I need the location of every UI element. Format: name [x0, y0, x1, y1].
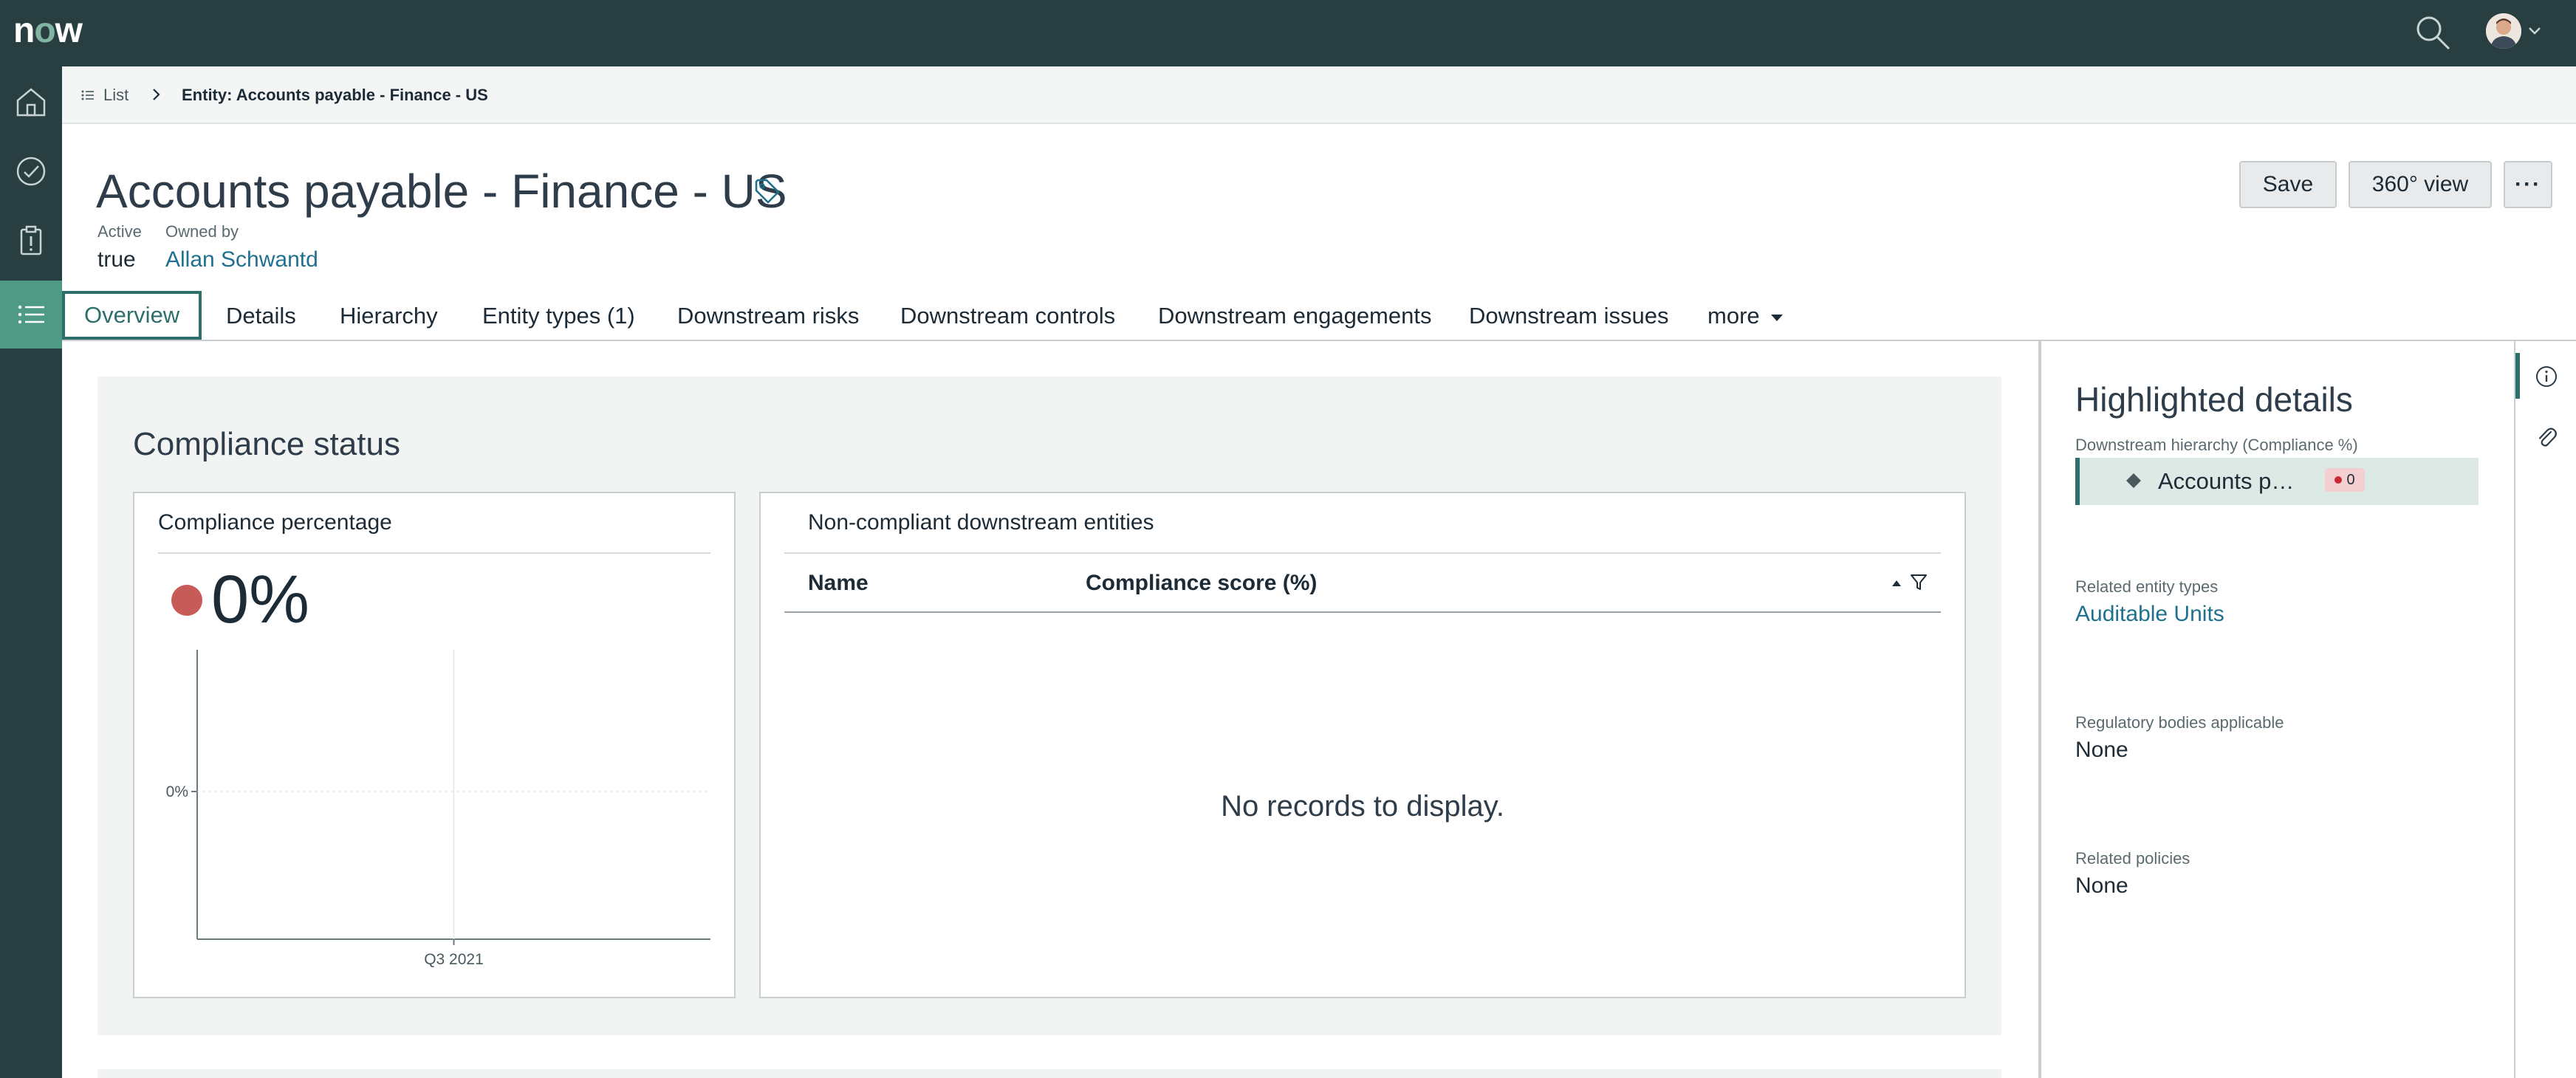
- chevron-right-icon: [153, 89, 160, 100]
- active-label: Active: [97, 222, 142, 241]
- chevron-down-icon[interactable]: [2527, 25, 2542, 37]
- downstream-hierarchy-label: Downstream hierarchy (Compliance %): [2075, 436, 2358, 454]
- tab-downstream-issues[interactable]: Downstream issues: [1469, 292, 1668, 340]
- sort-ascending-icon[interactable]: [1889, 576, 1904, 591]
- check-circle-icon: [16, 157, 46, 186]
- related-policies-label: Related policies: [2075, 849, 2190, 868]
- avatar-image: [2486, 13, 2521, 49]
- tab-downstream-risks[interactable]: Downstream risks: [677, 292, 859, 340]
- rail-item-home[interactable]: [0, 68, 62, 136]
- rail-item-list[interactable]: [0, 281, 62, 349]
- caret-down-icon: [1770, 314, 1783, 321]
- related-policies-value: None: [2075, 873, 2128, 898]
- compliance-badge: 0: [2325, 468, 2365, 492]
- home-icon: [16, 88, 46, 117]
- card-divider: [784, 552, 1941, 554]
- non-compliant-entities-title: Non-compliant downstream entities: [808, 510, 1154, 535]
- active-value: true: [97, 247, 136, 272]
- regulatory-bodies-value: None: [2075, 738, 2128, 762]
- tab-downstream-engagements[interactable]: Downstream engagements: [1158, 292, 1431, 340]
- related-entity-types-label: Related entity types: [2075, 577, 2219, 596]
- tab-overview[interactable]: Overview: [62, 291, 202, 340]
- list-icon: [18, 305, 44, 324]
- user-avatar[interactable]: [2486, 13, 2521, 49]
- tab-details[interactable]: Details: [226, 292, 296, 340]
- regulatory-bodies-label: Regulatory bodies applicable: [2075, 713, 2284, 732]
- paperclip-icon[interactable]: [2533, 424, 2560, 450]
- tab-hierarchy[interactable]: Hierarchy: [340, 292, 438, 340]
- logo-letter: o: [34, 10, 55, 50]
- top-navigation-bar: now: [0, 0, 2576, 66]
- compliance-trend-chart: 0% Q3 2021: [166, 650, 710, 968]
- clipboard-alert-icon: [20, 225, 42, 255]
- compliance-status-title: Compliance status: [133, 426, 400, 462]
- owned-by-label: Owned by: [165, 222, 239, 241]
- compliance-percentage-value: 0%: [211, 562, 309, 637]
- related-entity-types-link[interactable]: Auditable Units: [2075, 600, 2224, 629]
- status-indicator-dot: [171, 585, 202, 616]
- tab-more-label: more: [1707, 303, 1760, 329]
- rail-item-tasks[interactable]: [0, 207, 62, 275]
- empty-state-message: No records to display.: [1221, 790, 1504, 823]
- x-tick-label: Q3 2021: [424, 951, 484, 968]
- breadcrumb-list-label: List: [103, 86, 129, 104]
- next-section-panel: [97, 1069, 2001, 1078]
- active-strip-indicator: [2515, 353, 2520, 399]
- more-actions-button[interactable]: ···: [2504, 161, 2552, 208]
- 360-view-button[interactable]: 360° view: [2349, 161, 2492, 208]
- list-icon: [81, 90, 94, 100]
- tab-more[interactable]: more: [1707, 292, 1784, 340]
- hierarchy-node-label: Accounts p…: [2158, 468, 2295, 494]
- servicenow-logo[interactable]: now: [13, 11, 83, 50]
- rail-item-approvals[interactable]: [0, 137, 62, 205]
- record-tabs: Overview Details Hierarchy Entity types …: [62, 291, 2576, 341]
- badge-value: 0: [2346, 471, 2355, 488]
- logo-letter: w: [55, 10, 83, 50]
- highlighted-details-title: Highlighted details: [2075, 380, 2353, 419]
- tag-icon[interactable]: [752, 176, 781, 205]
- page-title: Accounts payable - Finance - US: [96, 165, 787, 218]
- left-navigation-rail: [0, 66, 62, 1078]
- column-header-name[interactable]: Name: [808, 569, 869, 598]
- owned-by-link[interactable]: Allan Schwantd: [165, 245, 318, 275]
- contextual-side-strip: [2515, 341, 2576, 1078]
- y-tick-label: 0%: [166, 783, 188, 800]
- save-button[interactable]: Save: [2239, 161, 2337, 208]
- search-icon[interactable]: [2414, 13, 2452, 52]
- tab-entity-types[interactable]: Entity types (1): [482, 292, 635, 340]
- tab-downstream-controls[interactable]: Downstream controls: [900, 292, 1115, 340]
- breadcrumb-current: Entity: Accounts payable - Finance - US: [182, 86, 488, 104]
- logo-letter: n: [13, 10, 35, 50]
- table-header-divider: [784, 611, 1941, 613]
- info-icon[interactable]: [2533, 363, 2560, 390]
- diamond-icon: [2126, 473, 2141, 488]
- breadcrumb-list-link[interactable]: List: [81, 83, 129, 108]
- filter-icon[interactable]: [1910, 573, 1928, 592]
- compliance-percentage-title: Compliance percentage: [158, 510, 392, 535]
- non-compliant-entities-card: [759, 492, 1966, 998]
- card-divider: [158, 552, 710, 554]
- badge-status-dot: [2334, 476, 2343, 484]
- column-header-compliance-score[interactable]: Compliance score (%): [1086, 569, 1317, 598]
- breadcrumb: List Entity: Accounts payable - Finance …: [62, 66, 2576, 124]
